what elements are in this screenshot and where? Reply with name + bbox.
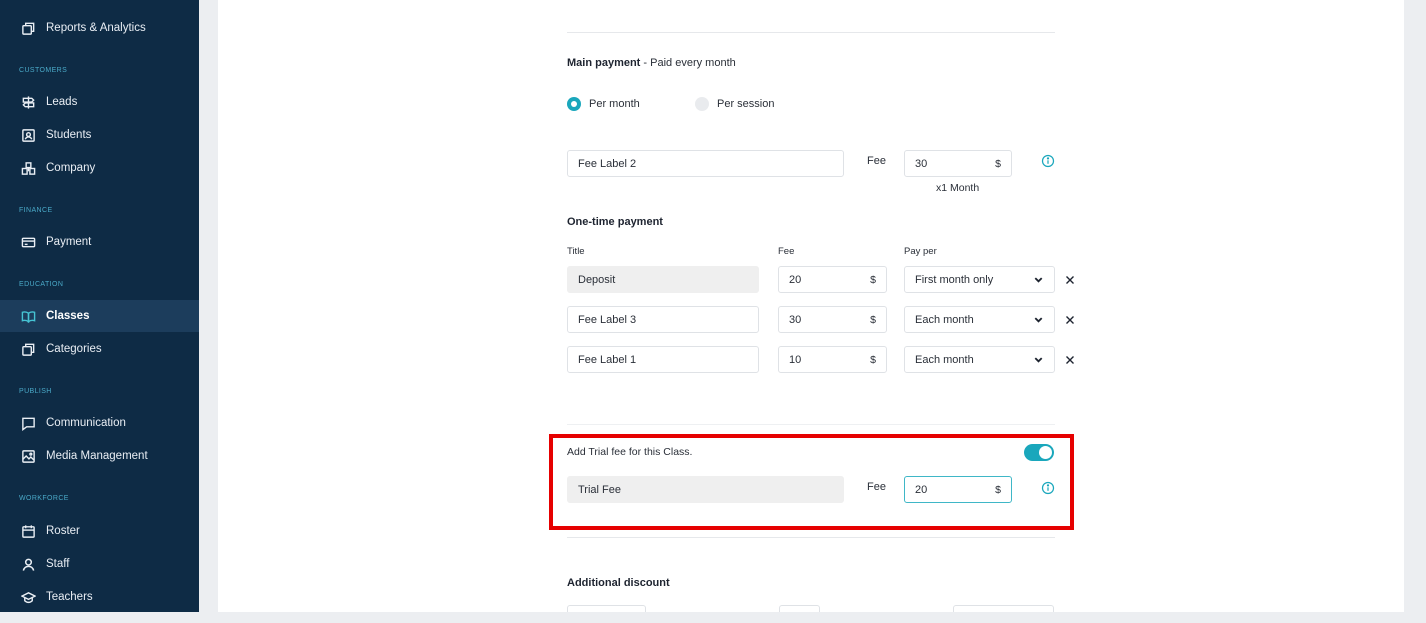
- currency-symbol: $: [870, 353, 876, 366]
- sidebar-item-label: Teachers: [46, 591, 93, 603]
- input-value: 10: [789, 353, 802, 366]
- select-value: Each month: [915, 313, 974, 326]
- one-time-title-input[interactable]: Fee Label 3: [567, 306, 759, 333]
- radio-button-selected[interactable]: [567, 97, 581, 111]
- pay-per-select[interactable]: Each month: [904, 306, 1055, 333]
- sidebar-item-label: Reports & Analytics: [46, 22, 146, 34]
- building-icon: [20, 160, 37, 177]
- chevron-down-icon: [1033, 314, 1044, 325]
- sidebar-item-teachers[interactable]: Teachers: [0, 581, 199, 612]
- radio-label: Per month: [589, 98, 640, 110]
- book-open-icon: [20, 308, 37, 325]
- divider: [567, 424, 1055, 425]
- close-icon[interactable]: [1063, 273, 1077, 287]
- input-value: Deposit: [578, 273, 616, 286]
- radio-per-session[interactable]: Per session: [695, 97, 774, 111]
- discount-input[interactable]: [953, 605, 1054, 612]
- input-value: Fee Label 2: [578, 157, 637, 170]
- input-value: 30: [789, 313, 802, 326]
- sidebar-item-label: Leads: [46, 96, 78, 108]
- main-fee-text: Fee: [867, 155, 886, 167]
- input-value: 30: [915, 157, 928, 170]
- close-icon[interactable]: [1063, 313, 1077, 327]
- main-fee-label-input[interactable]: Fee Label 2: [567, 150, 844, 177]
- section-title-publish: PUBLISH: [19, 388, 52, 395]
- one-time-fee-input[interactable]: 10 $: [778, 346, 887, 373]
- main-payment-title: Main payment: [567, 57, 641, 69]
- currency-symbol: $: [870, 313, 876, 326]
- highlight-box: [549, 434, 1074, 530]
- select-value: First month only: [915, 273, 994, 286]
- pay-per-select[interactable]: Each month: [904, 346, 1055, 373]
- signpost-icon: [20, 94, 37, 111]
- sidebar-item-label: Media Management: [46, 450, 148, 462]
- one-time-payment-heading: One-time payment: [567, 216, 663, 228]
- chat-square-icon: [20, 415, 37, 432]
- sidebar-item-label: Roster: [46, 525, 80, 537]
- one-time-title-input[interactable]: Fee Label 1: [567, 346, 759, 373]
- close-icon[interactable]: [1063, 353, 1077, 367]
- sidebar-item-label: Classes: [46, 310, 90, 322]
- divider: [567, 32, 1055, 33]
- main-panel: Main payment - Paid every month Per mont…: [218, 0, 1404, 612]
- column-header-title: Title: [567, 246, 585, 257]
- column-header-pay-per: Pay per: [904, 246, 937, 257]
- sidebar-item-label: Communication: [46, 417, 126, 429]
- currency-symbol: $: [995, 157, 1001, 170]
- discount-input[interactable]: [567, 605, 646, 612]
- radio-button[interactable]: [695, 97, 709, 111]
- input-value: 20: [789, 273, 802, 286]
- fee-period-text: x1 Month: [936, 182, 980, 194]
- one-time-fee-input[interactable]: 30 $: [778, 306, 887, 333]
- input-value: Fee Label 1: [578, 353, 637, 366]
- copy-icon: [20, 341, 37, 358]
- credit-card-icon: [20, 234, 37, 251]
- main-fee-amount-input[interactable]: 30 $: [904, 150, 1012, 177]
- sidebar-item-communication[interactable]: Communication: [0, 407, 199, 439]
- column-header-fee: Fee: [778, 246, 795, 257]
- sidebar-item-leads[interactable]: Leads: [0, 86, 199, 118]
- sidebar-item-categories[interactable]: Categories: [0, 333, 199, 365]
- radio-per-month[interactable]: Per month: [567, 97, 640, 111]
- sidebar-item-label: Students: [46, 129, 92, 141]
- chevron-down-icon: [1033, 274, 1044, 285]
- main-payment-subtitle: - Paid every month: [643, 57, 736, 69]
- additional-discount-heading: Additional discount: [567, 577, 670, 589]
- sidebar-item-company[interactable]: Company: [0, 152, 199, 184]
- graduation-cap-icon: [20, 589, 37, 606]
- sidebar-item-payment[interactable]: Payment: [0, 226, 199, 258]
- sidebar-item-label: Company: [46, 162, 96, 174]
- sidebar-item-label: Payment: [46, 236, 92, 248]
- sidebar-item-students[interactable]: Students: [0, 119, 199, 151]
- user-icon: [20, 556, 37, 573]
- copy-icon: [20, 20, 37, 37]
- calendar-icon: [20, 523, 37, 540]
- input-value: Fee Label 3: [578, 313, 637, 326]
- sidebar-item-label: Staff: [46, 558, 70, 570]
- divider: [567, 537, 1055, 538]
- section-title-workforce: WORKFORCE: [19, 495, 69, 502]
- currency-symbol: $: [870, 273, 876, 286]
- sidebar-item-label: Categories: [46, 343, 102, 355]
- sidebar: Reports & Analytics CUSTOMERS Leads Stud…: [0, 0, 199, 612]
- section-title-customers: CUSTOMERS: [19, 67, 68, 74]
- one-time-title-input[interactable]: Deposit: [567, 266, 759, 293]
- sidebar-item-roster[interactable]: Roster: [0, 515, 199, 547]
- sidebar-item-media-management[interactable]: Media Management: [0, 440, 199, 472]
- main-payment-heading: Main payment - Paid every month: [567, 57, 736, 69]
- section-title-education: EDUCATION: [19, 281, 64, 288]
- id-badge-icon: [20, 127, 37, 144]
- select-value: Each month: [915, 353, 974, 366]
- sidebar-item-staff[interactable]: Staff: [0, 548, 199, 580]
- radio-label: Per session: [717, 98, 775, 110]
- discount-input[interactable]: [779, 605, 820, 612]
- sidebar-item-reports-analytics[interactable]: Reports & Analytics: [0, 12, 199, 44]
- pay-per-select[interactable]: First month only: [904, 266, 1055, 293]
- section-title-finance: FINANCE: [19, 207, 53, 214]
- chevron-down-icon: [1033, 354, 1044, 365]
- one-time-fee-input[interactable]: 20 $: [778, 266, 887, 293]
- image-icon: [20, 448, 37, 465]
- sidebar-item-classes[interactable]: Classes: [0, 300, 199, 332]
- info-icon[interactable]: [1041, 154, 1055, 168]
